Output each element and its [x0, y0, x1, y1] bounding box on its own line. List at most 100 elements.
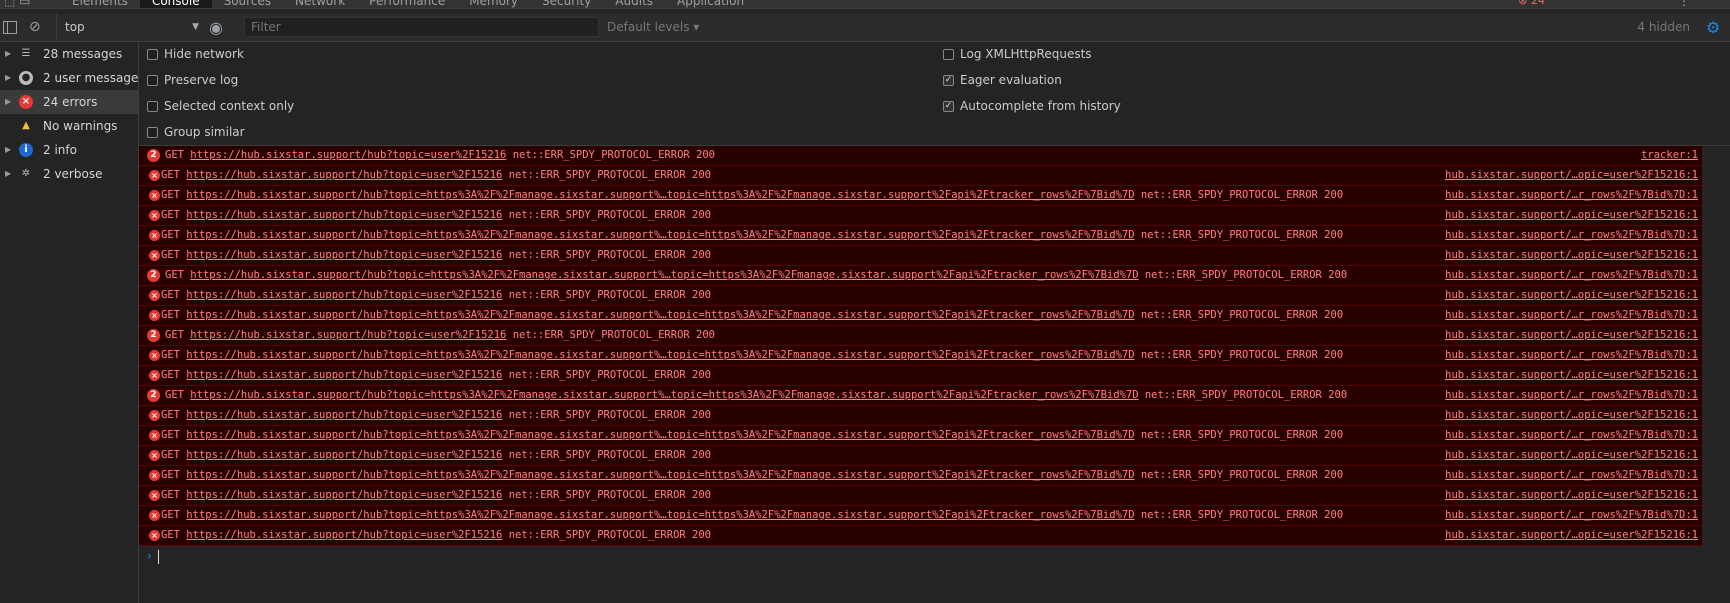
request-url-link[interactable]: https://hub.sixstar.support/hub?topic=us… — [186, 209, 502, 221]
tab-network[interactable]: Network — [283, 0, 357, 8]
source-link[interactable]: hub.sixstar.support/…opic=user%2F15216:1 — [1445, 326, 1698, 345]
console-error-row[interactable]: × GET https://hub.sixstar.support/hub?top… — [139, 446, 1702, 466]
tab-application[interactable]: Application — [665, 0, 756, 8]
clear-console-icon[interactable]: ⊘ — [29, 14, 45, 41]
log-xhr-checkbox[interactable] — [943, 49, 954, 60]
source-link[interactable]: hub.sixstar.support/…r_rows%2F%7Bid%7D:1 — [1445, 466, 1698, 485]
request-url-link[interactable]: https://hub.sixstar.support/hub?topic=ht… — [190, 269, 1138, 281]
source-link[interactable]: hub.sixstar.support/…opic=user%2F15216:1 — [1445, 526, 1698, 545]
request-url-link[interactable]: https://hub.sixstar.support/hub?topic=us… — [186, 369, 502, 381]
source-link[interactable]: hub.sixstar.support/…r_rows%2F%7Bid%7D:1 — [1445, 266, 1698, 285]
source-link[interactable]: hub.sixstar.support/…r_rows%2F%7Bid%7D:1 — [1445, 346, 1698, 365]
http-method: GET — [165, 269, 184, 281]
sidebar-item-info[interactable]: ▶ i 2 info — [0, 138, 138, 162]
source-link[interactable]: hub.sixstar.support/…opic=user%2F15216:1 — [1445, 286, 1698, 305]
request-url-link[interactable]: https://hub.sixstar.support/hub?topic=us… — [186, 249, 502, 261]
console-error-row[interactable]: 2 GET https://hub.sixstar.support/hub?top… — [139, 146, 1702, 166]
sidebar-item-errors[interactable]: ▶ × 24 errors — [0, 90, 138, 114]
log-levels-dropdown[interactable]: Default levels ▾ — [607, 14, 699, 41]
console-error-row[interactable]: × GET https://hub.sixstar.support/hub?top… — [139, 486, 1702, 506]
sidebar-toggle-icon[interactable] — [3, 14, 19, 41]
live-expression-eye-icon[interactable]: ◉ — [209, 14, 229, 41]
tab-audits[interactable]: Audits — [603, 0, 665, 8]
request-url-link[interactable]: https://hub.sixstar.support/hub?topic=us… — [186, 529, 502, 541]
source-link[interactable]: hub.sixstar.support/…r_rows%2F%7Bid%7D:1 — [1445, 426, 1698, 445]
console-error-row[interactable]: × GET https://hub.sixstar.support/hub?top… — [139, 426, 1702, 446]
console-error-row[interactable]: × GET https://hub.sixstar.support/hub?top… — [139, 166, 1702, 186]
expand-triangle-icon[interactable]: ▶ — [5, 138, 11, 162]
console-error-row[interactable]: 2 GET https://hub.sixstar.support/hub?top… — [139, 326, 1702, 346]
request-url-link[interactable]: https://hub.sixstar.support/hub?topic=us… — [186, 489, 502, 501]
message-body: GET https://hub.sixstar.support/hub?topi… — [165, 266, 1347, 285]
settings-gear-icon[interactable]: ⚙ — [1706, 14, 1726, 41]
selected-context-only-checkbox[interactable] — [147, 101, 158, 112]
autocomplete-checkbox[interactable]: ✓ — [943, 101, 954, 112]
console-error-row[interactable]: × GET https://hub.sixstar.support/hub?top… — [139, 246, 1702, 266]
request-url-link[interactable]: https://hub.sixstar.support/hub?topic=us… — [186, 289, 502, 301]
request-url-link[interactable]: https://hub.sixstar.support/hub?topic=us… — [186, 169, 502, 181]
source-link[interactable]: hub.sixstar.support/…opic=user%2F15216:1 — [1445, 246, 1698, 265]
request-url-link[interactable]: https://hub.sixstar.support/hub?topic=us… — [186, 449, 502, 461]
sidebar-item-user-messages[interactable]: ▶ ● 2 user messages — [0, 66, 145, 90]
tab-elements[interactable]: Elements — [60, 0, 140, 8]
console-error-row[interactable]: × GET https://hub.sixstar.support/hub?top… — [139, 286, 1702, 306]
console-error-row[interactable]: 2 GET https://hub.sixstar.support/hub?top… — [139, 386, 1702, 406]
tab-sources[interactable]: Sources — [212, 0, 283, 8]
source-link[interactable]: hub.sixstar.support/…opic=user%2F15216:1 — [1445, 446, 1698, 465]
console-error-row[interactable]: × GET https://hub.sixstar.support/hub?top… — [139, 206, 1702, 226]
console-error-row[interactable]: × GET https://hub.sixstar.support/hub?top… — [139, 526, 1702, 546]
console-error-row[interactable]: × GET https://hub.sixstar.support/hub?top… — [139, 406, 1702, 426]
console-prompt[interactable]: › — [139, 546, 1702, 566]
console-error-row[interactable]: 2 GET https://hub.sixstar.support/hub?top… — [139, 266, 1702, 286]
console-error-row[interactable]: × GET https://hub.sixstar.support/hub?top… — [139, 226, 1702, 246]
tab-console[interactable]: Console — [139, 0, 212, 8]
source-link[interactable]: hub.sixstar.support/…opic=user%2F15216:1 — [1445, 406, 1698, 425]
console-error-row[interactable]: × GET https://hub.sixstar.support/hub?top… — [139, 346, 1702, 366]
expand-triangle-icon[interactable]: ▶ — [5, 66, 11, 90]
source-link[interactable]: hub.sixstar.support/…opic=user%2F15216:1 — [1445, 486, 1698, 505]
source-link[interactable]: hub.sixstar.support/…opic=user%2F15216:1 — [1445, 366, 1698, 385]
tab-memory[interactable]: Memory — [457, 0, 530, 8]
expand-triangle-icon[interactable]: ▶ — [5, 42, 11, 66]
console-error-row[interactable]: × GET https://hub.sixstar.support/hub?top… — [139, 506, 1702, 526]
sidebar-item-verbose[interactable]: ▶ ✲ 2 verbose — [0, 162, 138, 186]
more-options-icon[interactable]: ⋮ — [1678, 0, 1690, 8]
request-url-link[interactable]: https://hub.sixstar.support/hub?topic=ht… — [186, 309, 1134, 321]
source-link[interactable]: hub.sixstar.support/…r_rows%2F%7Bid%7D:1 — [1445, 506, 1698, 525]
group-similar-checkbox[interactable] — [147, 127, 158, 138]
request-url-link[interactable]: https://hub.sixstar.support/hub?topic=ht… — [186, 189, 1134, 201]
hide-network-checkbox[interactable] — [147, 49, 158, 60]
sidebar-item-warnings[interactable]: ▲ No warnings — [0, 114, 138, 138]
source-link[interactable]: hub.sixstar.support/…r_rows%2F%7Bid%7D:1 — [1445, 386, 1698, 405]
source-link[interactable]: hub.sixstar.support/…opic=user%2F15216:1 — [1445, 206, 1698, 225]
request-url-link[interactable]: https://hub.sixstar.support/hub?topic=ht… — [186, 509, 1134, 521]
context-selector[interactable]: top ▼ — [56, 14, 201, 41]
error-count-badge[interactable]: ⊗ 24 — [1518, 0, 1545, 8]
request-url-link[interactable]: https://hub.sixstar.support/hub?topic=ht… — [186, 469, 1134, 481]
filter-input[interactable] — [244, 17, 599, 37]
request-url-link[interactable]: https://hub.sixstar.support/hub?topic=ht… — [186, 229, 1134, 241]
tab-performance[interactable]: Performance — [357, 0, 457, 8]
tab-security[interactable]: Security — [530, 0, 603, 8]
request-url-link[interactable]: https://hub.sixstar.support/hub?topic=ht… — [186, 349, 1134, 361]
request-url-link[interactable]: https://hub.sixstar.support/hub?topic=us… — [186, 409, 502, 421]
source-link[interactable]: tracker:1 — [1641, 146, 1698, 165]
inspect-icon[interactable]: ⬚ ▭ — [4, 0, 31, 8]
console-error-row[interactable]: × GET https://hub.sixstar.support/hub?top… — [139, 466, 1702, 486]
request-url-link[interactable]: https://hub.sixstar.support/hub?topic=ht… — [186, 429, 1134, 441]
preserve-log-checkbox[interactable] — [147, 75, 158, 86]
expand-triangle-icon[interactable]: ▶ — [5, 162, 11, 186]
eager-evaluation-checkbox[interactable]: ✓ — [943, 75, 954, 86]
request-url-link[interactable]: https://hub.sixstar.support/hub?topic=us… — [190, 149, 506, 161]
request-url-link[interactable]: https://hub.sixstar.support/hub?topic=ht… — [190, 389, 1138, 401]
console-error-row[interactable]: × GET https://hub.sixstar.support/hub?top… — [139, 366, 1702, 386]
request-url-link[interactable]: https://hub.sixstar.support/hub?topic=us… — [190, 329, 506, 341]
expand-triangle-icon[interactable]: ▶ — [5, 90, 11, 114]
source-link[interactable]: hub.sixstar.support/…r_rows%2F%7Bid%7D:1 — [1445, 226, 1698, 245]
source-link[interactable]: hub.sixstar.support/…r_rows%2F%7Bid%7D:1 — [1445, 186, 1698, 205]
source-link[interactable]: hub.sixstar.support/…opic=user%2F15216:1 — [1445, 166, 1698, 185]
console-error-row[interactable]: × GET https://hub.sixstar.support/hub?top… — [139, 186, 1702, 206]
source-link[interactable]: hub.sixstar.support/…r_rows%2F%7Bid%7D:1 — [1445, 306, 1698, 325]
console-error-row[interactable]: × GET https://hub.sixstar.support/hub?top… — [139, 306, 1702, 326]
sidebar-item-messages[interactable]: ▶ ☰ 28 messages — [0, 42, 138, 66]
